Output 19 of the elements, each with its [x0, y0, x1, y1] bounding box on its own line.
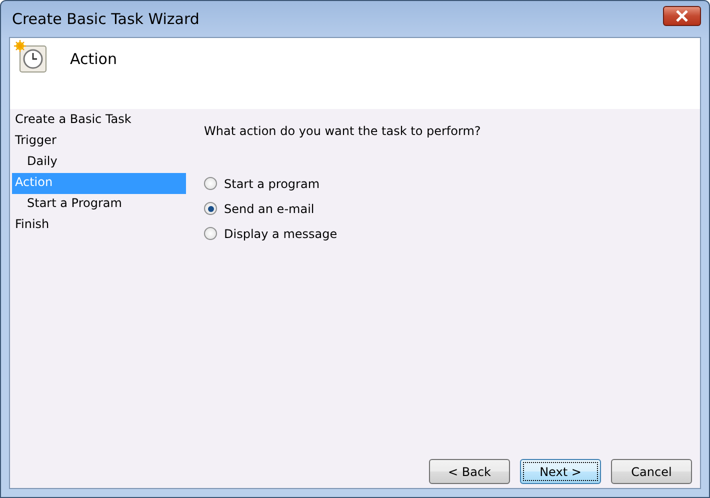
sidebar-item[interactable]: Start a Program [12, 194, 186, 215]
close-icon [675, 10, 689, 22]
wizard-button[interactable]: < Back [429, 459, 510, 484]
option-label[interactable]: Display a message [224, 226, 338, 240]
page-title: Action [70, 50, 117, 68]
option-label[interactable]: Send an e-mail [224, 202, 314, 216]
sidebar-item[interactable]: Daily [12, 152, 186, 173]
sidebar-item[interactable]: Create a Basic Task [12, 110, 186, 131]
radio-button[interactable] [204, 177, 217, 190]
sidebar-item[interactable]: Finish [12, 215, 186, 236]
radio-button[interactable] [204, 202, 217, 215]
wizard-button[interactable]: Next > [520, 459, 601, 484]
sidebar-item[interactable]: Trigger [12, 131, 186, 152]
close-button[interactable] [663, 6, 701, 26]
wizard-button[interactable]: Cancel [611, 459, 692, 484]
window-title: Create Basic Task Wizard [11, 10, 200, 28]
question-text: What action do you want the task to perform? [204, 124, 482, 138]
option-label[interactable]: Start a program [224, 176, 320, 190]
radio-button[interactable] [204, 227, 217, 240]
